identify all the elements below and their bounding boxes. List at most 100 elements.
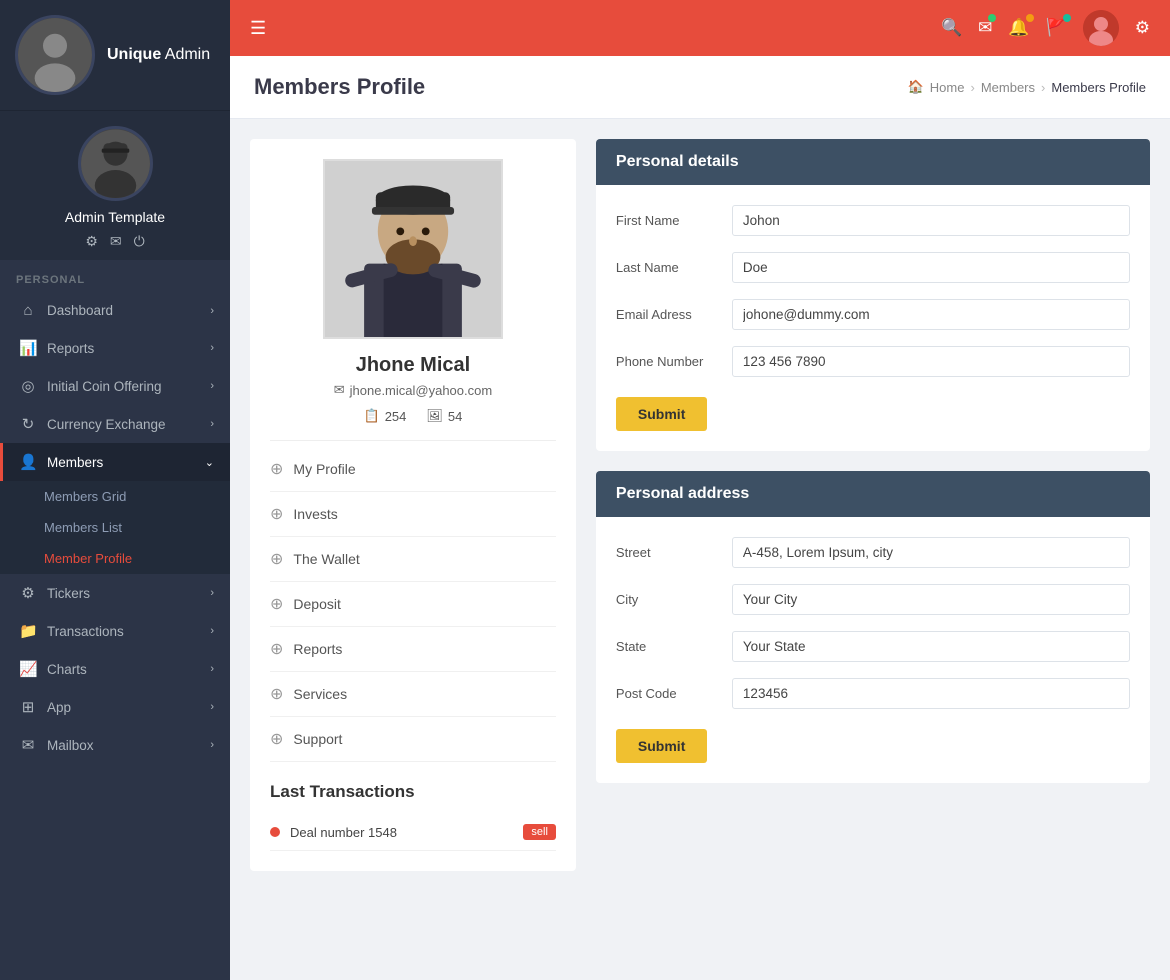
sidebar-item-ico[interactable]: ◎ Initial Coin Offering › <box>0 367 230 405</box>
chevron-right-icon: › <box>210 701 214 713</box>
breadcrumb: 🏠 Home › Members › Members Profile <box>908 79 1146 95</box>
profile-photos-stat: 🖼 54 <box>426 408 462 424</box>
chevron-right-icon: › <box>210 587 214 599</box>
last-name-row: Last Name <box>616 252 1130 283</box>
flag-badge <box>1063 14 1071 22</box>
circle-plus-icon: ⊕ <box>270 549 283 569</box>
sidebar-avatar-small <box>15 15 95 95</box>
personal-address-header: Personal address <box>596 471 1150 517</box>
menu-item-my-profile[interactable]: ⊕ My Profile <box>270 447 556 492</box>
sidebar-item-label: Dashboard <box>47 303 113 318</box>
postcode-row: Post Code <box>616 678 1130 709</box>
envelope-icon: ✉ <box>334 382 345 398</box>
page-header: Members Profile 🏠 Home › Members › Membe… <box>230 56 1170 119</box>
first-name-input[interactable] <box>732 205 1130 236</box>
first-name-label: First Name <box>616 205 716 228</box>
profile-photo-container <box>270 159 556 339</box>
menu-item-the-wallet[interactable]: ⊕ The Wallet <box>270 537 556 582</box>
bell-icon[interactable]: 🔔 <box>1008 18 1029 38</box>
tx-label: Deal number 1548 <box>290 825 513 840</box>
email-input[interactable] <box>732 299 1130 330</box>
menu-label: Invests <box>293 506 337 522</box>
personal-details-header: Personal details <box>596 139 1150 185</box>
menu-item-reports[interactable]: ⊕ Reports <box>270 627 556 672</box>
state-input[interactable] <box>732 631 1130 662</box>
transaction-item: Deal number 1548 sell <box>270 814 556 851</box>
personal-details-card: Personal details First Name Last Name Em… <box>596 139 1150 451</box>
postcode-label: Post Code <box>616 678 716 701</box>
phone-input[interactable] <box>732 346 1130 377</box>
personal-details-submit-button[interactable]: Submit <box>616 397 707 431</box>
charts-icon: 📈 <box>19 660 37 678</box>
sidebar-item-label: Members <box>47 455 103 470</box>
currency-icon: ↻ <box>19 415 37 433</box>
email-label: Email Adress <box>616 299 716 322</box>
search-icon[interactable]: 🔍 <box>941 18 962 38</box>
ico-icon: ◎ <box>19 377 37 395</box>
sidebar-item-tickers[interactable]: ⚙ Tickers › <box>0 574 230 612</box>
email-notification-icon[interactable]: ✉ <box>978 18 992 38</box>
menu-item-invests[interactable]: ⊕ Invests <box>270 492 556 537</box>
breadcrumb-home-icon: 🏠 <box>908 79 924 95</box>
profile-stats: 📋 254 🖼 54 <box>270 408 556 424</box>
sidebar-item-charts[interactable]: 📈 Charts › <box>0 650 230 688</box>
sidebar-item-mailbox[interactable]: ✉ Mailbox › <box>0 726 230 764</box>
chevron-right-icon: › <box>210 380 214 392</box>
chevron-down-icon: ⌄ <box>205 456 214 469</box>
sidebar-item-label: Mailbox <box>47 738 94 753</box>
personal-address-submit-button[interactable]: Submit <box>616 729 707 763</box>
chevron-right-icon: › <box>210 305 214 317</box>
members-icon: 👤 <box>19 453 37 471</box>
chevron-right-icon: › <box>210 663 214 675</box>
photos-icon: 🖼 <box>426 408 443 424</box>
sidebar-item-label: Currency Exchange <box>47 417 166 432</box>
circle-plus-icon: ⊕ <box>270 459 283 479</box>
menu-label: My Profile <box>293 461 355 477</box>
topbar-avatar[interactable] <box>1083 10 1119 46</box>
breadcrumb-sep1: › <box>970 80 974 95</box>
breadcrumb-sep2: › <box>1041 80 1045 95</box>
sidebar-item-app[interactable]: ⊞ App › <box>0 688 230 726</box>
phone-row: Phone Number <box>616 346 1130 377</box>
sidebar-item-member-profile[interactable]: Member Profile <box>0 543 230 574</box>
city-row: City <box>616 584 1130 615</box>
menu-label: Support <box>293 731 342 747</box>
menu-item-deposit[interactable]: ⊕ Deposit <box>270 582 556 627</box>
nav-section-label: PERSONAL <box>0 260 230 292</box>
topbar: ☰ 🔍 ✉ 🔔 🚩 ⚙ <box>230 0 1170 56</box>
sidebar-item-members-list[interactable]: Members List <box>0 512 230 543</box>
sidebar-item-dashboard[interactable]: ⌂ Dashboard › <box>0 292 230 329</box>
circle-plus-icon: ⊕ <box>270 729 283 749</box>
email-row: Email Adress <box>616 299 1130 330</box>
mail-icon[interactable]: ✉ <box>110 233 122 250</box>
sidebar-item-currency[interactable]: ↻ Currency Exchange › <box>0 405 230 443</box>
sidebar-item-members[interactable]: 👤 Members ⌄ <box>0 443 230 481</box>
sidebar-item-reports[interactable]: 📊 Reports › <box>0 329 230 367</box>
profile-card: Jhone Mical ✉ jhone.mical@yahoo.com 📋 25… <box>250 139 576 871</box>
tickers-icon: ⚙ <box>19 584 37 602</box>
content-grid: Jhone Mical ✉ jhone.mical@yahoo.com 📋 25… <box>250 139 1150 871</box>
flag-icon[interactable]: 🚩 <box>1046 18 1067 38</box>
power-icon[interactable]: ⏻ <box>134 233 145 250</box>
sidebar-item-members-grid[interactable]: Members Grid <box>0 481 230 512</box>
sidebar: Unique Admin Admin Template ⚙ ✉ ⏻ PERSON… <box>0 0 230 980</box>
city-input[interactable] <box>732 584 1130 615</box>
first-name-row: First Name <box>616 205 1130 236</box>
street-input[interactable] <box>732 537 1130 568</box>
menu-item-support[interactable]: ⊕ Support <box>270 717 556 762</box>
breadcrumb-parent[interactable]: Members <box>981 80 1035 95</box>
menu-item-services[interactable]: ⊕ Services <box>270 672 556 717</box>
street-label: Street <box>616 537 716 560</box>
gear-icon[interactable]: ⚙ <box>1135 18 1150 38</box>
settings-icon[interactable]: ⚙ <box>85 233 98 250</box>
sidebar-item-transactions[interactable]: 📁 Transactions › <box>0 612 230 650</box>
state-row: State <box>616 631 1130 662</box>
chevron-right-icon: › <box>210 342 214 354</box>
postcode-input[interactable] <box>732 678 1130 709</box>
sidebar-username: Admin Template <box>65 209 165 225</box>
phone-label: Phone Number <box>616 346 716 369</box>
last-name-input[interactable] <box>732 252 1130 283</box>
menu-toggle-button[interactable]: ☰ <box>250 18 266 39</box>
breadcrumb-home[interactable]: Home <box>930 80 965 95</box>
circle-plus-icon: ⊕ <box>270 684 283 704</box>
